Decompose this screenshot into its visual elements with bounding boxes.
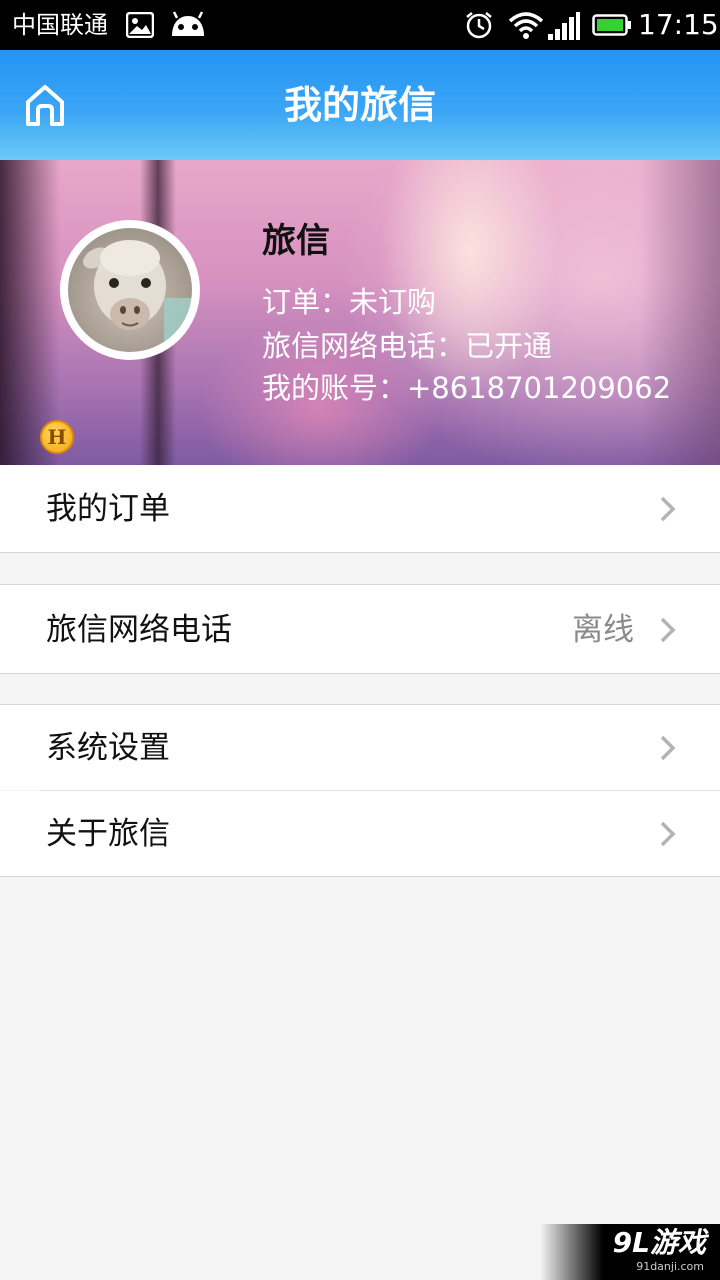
menu-item-settings[interactable]: 系统设置 (0, 704, 720, 790)
menu-item-label: 关于旅信 (46, 816, 170, 852)
vip-badge-label: H (47, 425, 67, 449)
watermark: 9L游戏 91danji.com (540, 1224, 720, 1280)
clock: 17:15 (638, 8, 719, 41)
banner-background (640, 160, 720, 465)
avatar[interactable] (60, 220, 200, 360)
phone-online-status: 离线 (572, 612, 634, 648)
app-header: 我的旅信 (0, 50, 720, 160)
menu-item-label: 系统设置 (46, 730, 170, 766)
android-icon (172, 11, 204, 36)
status-bar: 中国联通 17:15 (0, 0, 720, 50)
chevron-right-icon (660, 821, 676, 847)
banner-background (0, 160, 60, 465)
phone-status: 旅信网络电话：已开通 (262, 329, 553, 363)
menu-item-label: 我的订单 (46, 491, 170, 527)
order-status: 订单：未订购 (262, 285, 437, 319)
menu-item-about[interactable]: 关于旅信 (0, 791, 720, 877)
page-title: 我的旅信 (283, 83, 436, 127)
battery-icon (592, 14, 631, 36)
carrier-label: 中国联通 (12, 11, 108, 39)
menu-item-label: 旅信网络电话 (46, 612, 232, 648)
user-name: 旅信 (262, 221, 330, 261)
account-number: 我的账号：+8618701209062 (262, 371, 672, 405)
chevron-right-icon (660, 617, 676, 643)
avatar-image (68, 228, 192, 352)
gallery-icon (126, 12, 154, 38)
menu-item-orders[interactable]: 我的订单 (0, 465, 720, 553)
menu-item-network-phone[interactable]: 旅信网络电话 离线 (0, 584, 720, 674)
watermark-domain: 91danji.com (636, 1260, 704, 1273)
chevron-right-icon (660, 735, 676, 761)
vip-badge: H (40, 420, 74, 454)
chevron-right-icon (660, 496, 676, 522)
wifi-icon (508, 12, 544, 39)
signal-icon (548, 12, 580, 40)
alarm-icon (466, 12, 492, 39)
profile-banner: H 旅信 订单：未订购 旅信网络电话：已开通 我的账号：+86187012090… (0, 160, 720, 465)
alpaca-avatar-icon (83, 240, 192, 352)
watermark-brand: 9L游戏 (612, 1226, 706, 1259)
